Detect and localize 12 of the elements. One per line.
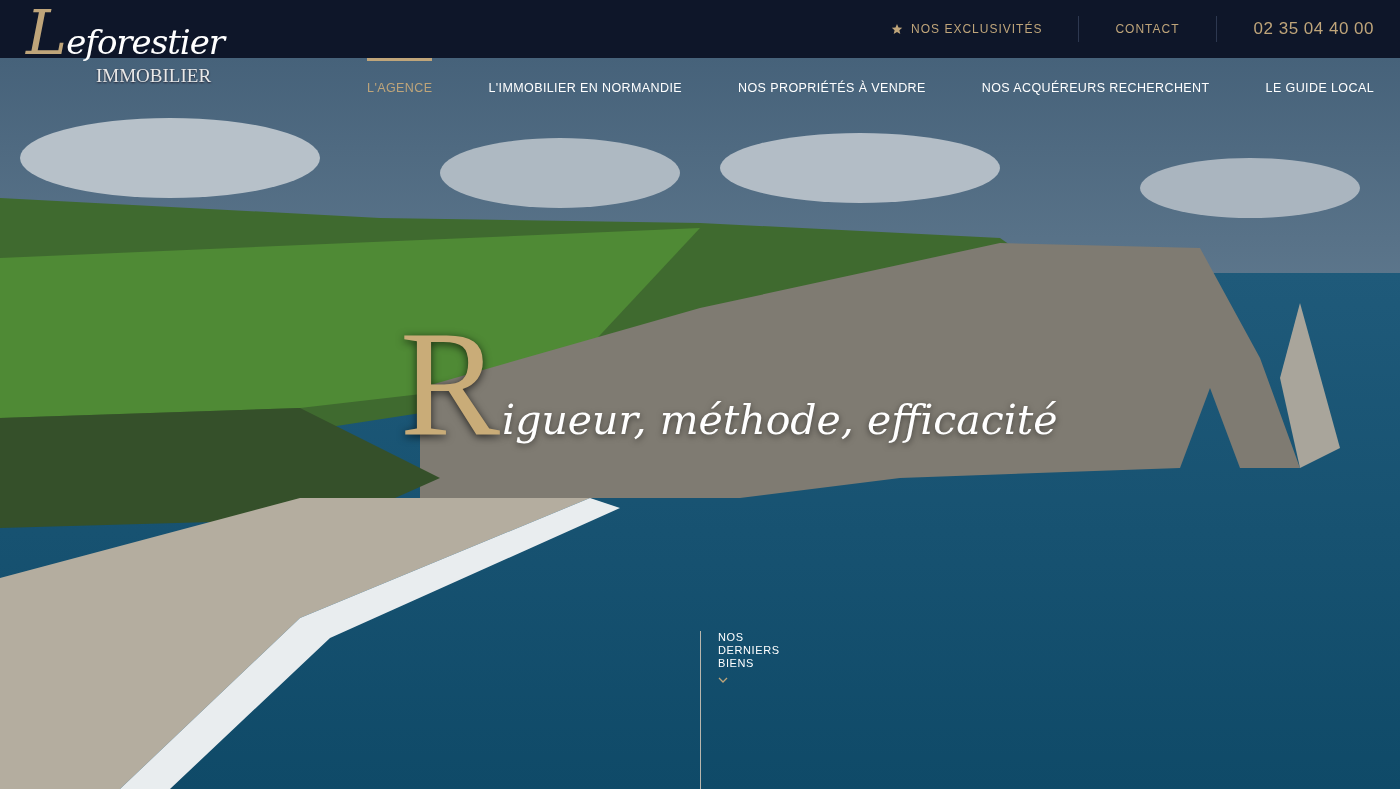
top-link[interactable]: NOS EXCLUSIVITÉS xyxy=(855,20,1079,38)
nav-link[interactable]: L'IMMOBILIER EN NORMANDIE xyxy=(488,58,683,98)
chevron-down-icon xyxy=(718,677,728,684)
nav-link[interactable]: LE GUIDE LOCAL xyxy=(1265,58,1374,98)
logo-wordmark[interactable]: Leforestier xyxy=(26,4,225,64)
nav-link[interactable]: NOS PROPRIÉTÉS À VENDRE xyxy=(738,58,926,98)
star-icon xyxy=(891,23,904,35)
phone-number[interactable]: 02 35 04 40 00 xyxy=(1216,16,1400,42)
logo-tagline: IMMOBILIER xyxy=(96,66,212,85)
scroll-link[interactable]: NOS DERNIERS BIENS xyxy=(718,631,782,670)
top-link[interactable]: CONTACT xyxy=(1079,20,1216,38)
nav-link[interactable]: NOS ACQUÉREURS RECHERCHENT xyxy=(981,58,1210,98)
